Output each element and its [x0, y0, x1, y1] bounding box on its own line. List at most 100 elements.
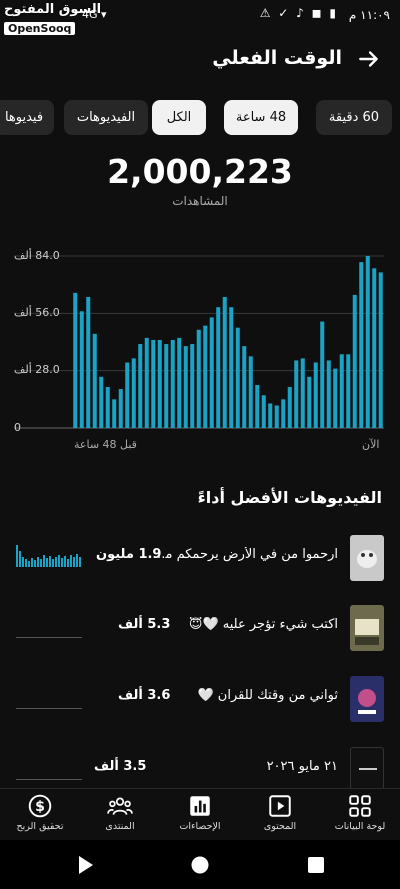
video-title: اكتب شيء تؤجر عليه 🤍😇	[188, 617, 338, 632]
chip-videos-2[interactable]: فيديوها	[0, 100, 54, 135]
total-views-value: 2,000,223	[107, 152, 293, 191]
chart-bar	[138, 344, 143, 428]
nav-label: لوحة البيانات	[334, 821, 386, 832]
chart-bar	[144, 337, 149, 428]
chart-bar	[248, 356, 253, 428]
chart-bar	[209, 317, 214, 428]
chart-bar	[157, 339, 162, 428]
chart-bar	[320, 321, 325, 428]
chart-bar	[86, 296, 91, 428]
x-end-label: الآن	[362, 438, 380, 451]
video-views: 3.5 ألف	[94, 759, 147, 774]
status-time: ١١:٠٩ م	[348, 8, 390, 22]
nav-dashboard[interactable]: لوحة البيانات	[320, 793, 400, 839]
page-title: الوقت الفعلي	[212, 47, 342, 69]
video-thumbnail	[350, 747, 384, 793]
chart-bar	[79, 311, 84, 428]
chart-bar	[372, 268, 377, 428]
nav-label: تحقيق الربح	[16, 821, 64, 832]
video-row[interactable]: اكتب شيء تؤجر عليه 🤍😇 5.3 ألف	[0, 603, 400, 653]
video-thumbnail	[350, 676, 384, 722]
filter-chips: 60 دقيقة 48 ساعة الكل الفيديوهات فيديوها	[0, 100, 400, 136]
chip-videos[interactable]: الفيديوهات	[64, 100, 148, 135]
top-videos-title: الفيديوهات الأفضل أداءً	[197, 488, 382, 507]
nav-analytics[interactable]: الإحصاءات	[160, 793, 240, 839]
nav-community[interactable]: المنتدى	[80, 793, 160, 839]
recents-square-icon[interactable]	[305, 854, 327, 876]
chart-bar	[151, 339, 156, 428]
chart-bar	[164, 344, 169, 428]
arrow-right-icon[interactable]	[356, 46, 382, 72]
chart-bar	[313, 362, 318, 428]
header: الوقت الفعلي	[0, 36, 400, 84]
nav-label: المحتوى	[263, 821, 297, 832]
chart-bar	[287, 387, 292, 428]
watermark-english: OpenSooq	[4, 22, 76, 35]
chart-bar	[326, 360, 331, 428]
home-circle-icon[interactable]	[189, 854, 211, 876]
chart-bar	[92, 333, 97, 428]
notification-icons: ⚠ ✓ ♪ ◼ ▮	[259, 6, 338, 20]
views-chart: 84.0 ألف 56.0 ألف 28.0 ألف 0 قبل 48 ساعة…	[0, 240, 400, 460]
nav-label: الإحصاءات	[179, 821, 221, 832]
chip-all[interactable]: الكل	[152, 100, 206, 135]
chart-bar	[300, 358, 305, 428]
chart-bar	[333, 368, 338, 428]
chip-60-minutes[interactable]: 60 دقيقة	[316, 100, 392, 135]
chart-bar	[268, 403, 273, 428]
nav-content[interactable]: المحتوى	[240, 793, 320, 839]
total-views-label: المشاهدات	[172, 194, 228, 208]
y-tick-label: 28.0 ألف	[14, 363, 60, 376]
chart-bar	[365, 256, 370, 428]
bottom-navigation: لوحة البيانات المحتوى الإحصاءات المنتدى	[0, 788, 400, 840]
video-title: ٢١ مايو ٢٠٢٦	[266, 759, 338, 774]
chart-bar	[346, 354, 351, 428]
video-row[interactable]: ثواني من وقتك للقران 🤍 3.6 ألف	[0, 674, 400, 724]
chart-bar	[125, 362, 130, 428]
video-title: ارحموا من في الأرض يرحمكم من...	[148, 547, 338, 562]
chart-bar	[203, 325, 208, 428]
dashboard-icon	[349, 795, 371, 817]
community-icon	[107, 797, 133, 815]
back-triangle-icon[interactable]	[74, 854, 96, 876]
status-bar: السوق المفتوح OpenSooq 4G ▾ ⚠ ✓ ♪ ◼ ▮ ١١…	[0, 0, 400, 36]
chart-bar	[281, 399, 286, 428]
video-sparkline	[16, 779, 82, 780]
svg-text:$: $	[35, 799, 45, 815]
chart-bar	[359, 262, 364, 428]
bar-chart-svg	[14, 255, 384, 429]
system-navigation	[0, 840, 400, 889]
chart-bar	[183, 346, 188, 428]
video-title: ثواني من وقتك للقران 🤍	[197, 688, 338, 703]
x-start-label: قبل 48 ساعة	[74, 438, 137, 451]
signal-indicator: 4G ▾	[82, 8, 107, 21]
nav-label: المنتدى	[105, 821, 135, 832]
chart-bar	[73, 292, 78, 428]
chart-bar	[216, 307, 221, 428]
video-sparkline	[16, 708, 82, 709]
chip-48-hours[interactable]: 48 ساعة	[224, 100, 298, 135]
chart-bar	[112, 399, 117, 428]
analytics-icon	[190, 796, 210, 816]
chart-bar	[261, 395, 266, 428]
chart-bar	[229, 307, 234, 428]
chart-bar	[190, 344, 195, 428]
y-tick-label: 84.0 ألف	[14, 249, 60, 262]
chart-bar	[378, 272, 383, 428]
video-thumbnail	[350, 535, 384, 581]
chart-bar	[170, 339, 175, 428]
video-thumbnail	[350, 605, 384, 651]
nav-earn[interactable]: $ تحقيق الربح	[0, 793, 80, 839]
chart-bar	[274, 405, 279, 428]
chart-bar	[255, 385, 260, 428]
chart-bar	[352, 294, 357, 428]
video-views: 5.3 ألف	[118, 617, 171, 632]
video-sparkline	[16, 637, 82, 638]
y-tick-label: 0	[14, 421, 21, 434]
chart-bar	[222, 296, 227, 428]
video-views: 3.6 ألف	[118, 688, 171, 703]
video-row[interactable]: ارحموا من في الأرض يرحمكم من... 1.9 مليو…	[0, 533, 400, 583]
chart-bar	[294, 360, 299, 428]
chart-bar	[196, 329, 201, 428]
chart-bar	[307, 376, 312, 428]
